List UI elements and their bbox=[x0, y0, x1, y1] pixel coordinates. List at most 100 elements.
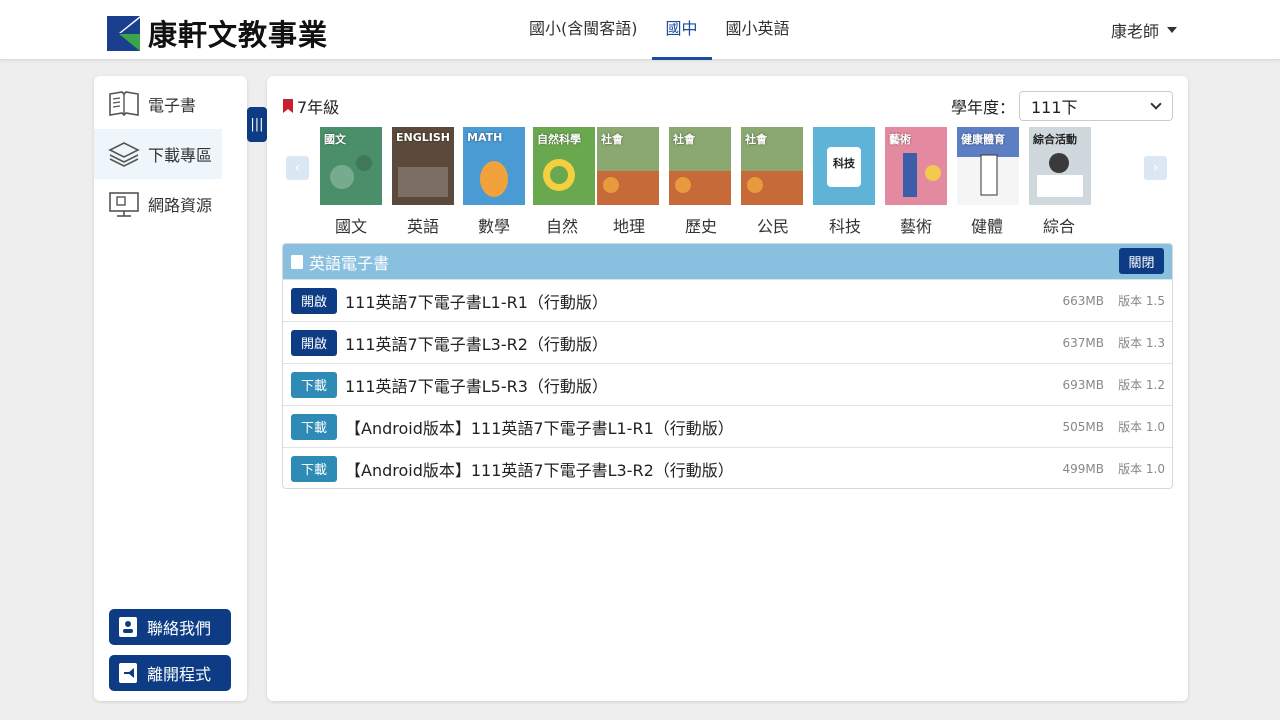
book-cover-chinese[interactable]: 國文 bbox=[320, 127, 382, 205]
subject-label-history[interactable]: 歷史 bbox=[670, 213, 732, 237]
book-cover-technology[interactable]: 科技 bbox=[813, 127, 875, 205]
brand-logo[interactable]: 康軒文教事業 bbox=[107, 12, 328, 54]
cover-title: 社會 bbox=[601, 133, 623, 146]
contact-us-label: 聯絡我們 bbox=[147, 619, 212, 638]
subject-label-geography[interactable]: 地理 bbox=[598, 213, 660, 237]
year-select[interactable]: 111下 bbox=[1019, 91, 1173, 121]
cover-title: 社會 bbox=[745, 133, 767, 146]
book-cover-english[interactable]: ENGLISH bbox=[392, 127, 454, 205]
layers-icon bbox=[108, 142, 140, 167]
book-cover-arts[interactable]: 藝術 bbox=[885, 127, 947, 205]
sidebar-item-label: 電子書 bbox=[148, 96, 197, 115]
user-name: 康老師 bbox=[1110, 22, 1159, 41]
subject-label-arts[interactable]: 藝術 bbox=[885, 213, 947, 237]
file-size: 505MB bbox=[1062, 419, 1105, 434]
book-cover-health-pe[interactable]: 健康體育 bbox=[957, 127, 1019, 205]
cover-title: 自然科學 bbox=[537, 133, 581, 146]
download-button[interactable]: 下載 bbox=[291, 413, 337, 440]
book-cover-civics[interactable]: 社會 bbox=[741, 127, 803, 205]
carousel-next-button[interactable]: › bbox=[1144, 156, 1167, 180]
top-nav: 國小(含閩客語) 國中 國小英語 bbox=[515, 0, 804, 60]
cover-title: ENGLISH bbox=[396, 131, 450, 144]
ebook-title: 111英語7下電子書L1-R1（行動版） bbox=[345, 292, 608, 312]
table-row: 開啟 111英語7下電子書L3-R2（行動版） 637MB 版本 1.3 bbox=[283, 321, 1172, 363]
contact-us-button[interactable]: 聯絡我們 bbox=[109, 609, 231, 645]
panel-header: 英語電子書 關閉 bbox=[283, 244, 1172, 279]
logo-mark-icon bbox=[107, 15, 140, 51]
file-size: 693MB bbox=[1062, 377, 1105, 392]
bookmark-icon bbox=[283, 99, 293, 113]
grade-label: 7年級 bbox=[297, 98, 340, 117]
subject-label-english[interactable]: 英語 bbox=[392, 213, 454, 237]
grade-heading: 7年級 bbox=[283, 94, 339, 118]
cover-title: 藝術 bbox=[889, 133, 911, 146]
exit-app-label: 離開程式 bbox=[147, 665, 212, 684]
cover-title: 國文 bbox=[324, 133, 346, 146]
ebook-title: 【Android版本】111英語7下電子書L1-R1（行動版） bbox=[345, 418, 734, 438]
subject-label-science[interactable]: 自然 bbox=[531, 213, 593, 237]
year-label: 學年度： bbox=[951, 98, 1016, 117]
open-button[interactable]: 開啟 bbox=[291, 287, 337, 314]
subject-label-civics[interactable]: 公民 bbox=[742, 213, 804, 237]
panel-title: 英語電子書 bbox=[309, 253, 390, 273]
sidebar-item-download[interactable]: 下載專區 bbox=[94, 129, 222, 179]
download-button[interactable]: 下載 bbox=[291, 455, 337, 482]
document-icon bbox=[291, 254, 303, 269]
nav-tab-elementary[interactable]: 國小(含閩客語) bbox=[515, 0, 652, 60]
exit-app-button[interactable]: 離開程式 bbox=[109, 655, 231, 691]
ebook-title: 【Android版本】111英語7下電子書L3-R2（行動版） bbox=[345, 460, 734, 480]
version-label: 版本 1.3 bbox=[1118, 336, 1165, 350]
table-row: 下載 【Android版本】111英語7下電子書L1-R1（行動版） 505MB… bbox=[283, 405, 1172, 447]
caret-down-icon bbox=[1167, 27, 1177, 33]
cover-title: 社會 bbox=[673, 133, 695, 146]
top-header: 康軒文教事業 國小(含閩客語) 國中 國小英語 康老師 bbox=[0, 0, 1280, 60]
ebook-title: 111英語7下電子書L5-R3（行動版） bbox=[345, 376, 608, 396]
version-label: 版本 1.0 bbox=[1118, 420, 1165, 434]
table-row: 開啟 111英語7下電子書L1-R1（行動版） 663MB 版本 1.5 bbox=[283, 279, 1172, 321]
subject-label-integrative[interactable]: 綜合 bbox=[1028, 213, 1090, 237]
contact-card-icon bbox=[119, 617, 137, 637]
nav-tab-elementary-english[interactable]: 國小英語 bbox=[712, 0, 804, 60]
table-row: 下載 111英語7下電子書L5-R3（行動版） 693MB 版本 1.2 bbox=[283, 363, 1172, 405]
subject-label-chinese[interactable]: 國文 bbox=[320, 213, 382, 237]
monitor-icon bbox=[109, 192, 139, 217]
menu-bars-icon: ||| bbox=[250, 117, 264, 132]
version-label: 版本 1.0 bbox=[1118, 462, 1165, 476]
chevron-right-icon: › bbox=[1152, 160, 1159, 176]
chevron-down-icon bbox=[1150, 98, 1162, 110]
nav-tab-junior-high[interactable]: 國中 bbox=[651, 0, 712, 60]
book-cover-science[interactable]: 自然科學 bbox=[533, 127, 595, 205]
close-panel-button[interactable]: 關閉 bbox=[1119, 248, 1164, 274]
sidebar-item-label: 下載專區 bbox=[148, 146, 213, 165]
subject-label-math[interactable]: 數學 bbox=[463, 213, 525, 237]
download-button[interactable]: 下載 bbox=[291, 371, 337, 398]
main-content: 7年級 學年度： 111下 ‹ › 國文 ENGLISH MATH 自然科學 社… bbox=[267, 76, 1188, 701]
file-size: 499MB bbox=[1062, 461, 1105, 476]
ebook-title: 111英語7下電子書L3-R2（行動版） bbox=[345, 334, 608, 354]
user-menu[interactable]: 康老師 bbox=[1111, 18, 1177, 42]
carousel-prev-button[interactable]: ‹ bbox=[286, 156, 309, 180]
table-row: 下載 【Android版本】111英語7下電子書L3-R2（行動版） 499MB… bbox=[283, 447, 1172, 488]
sidebar-toggle-button[interactable]: ||| bbox=[247, 107, 267, 142]
book-cover-integrative[interactable]: 綜合活動 bbox=[1029, 127, 1091, 205]
book-cover-history[interactable]: 社會 bbox=[669, 127, 731, 205]
year-select-value: 111下 bbox=[1031, 98, 1078, 117]
file-size: 663MB bbox=[1062, 293, 1105, 308]
exit-door-icon bbox=[119, 663, 137, 683]
sidebar-item-ebook[interactable]: 電子書 bbox=[94, 79, 247, 129]
chevron-left-icon: ‹ bbox=[294, 160, 301, 176]
book-cover-geography[interactable]: 社會 bbox=[597, 127, 659, 205]
subject-label-health-pe[interactable]: 健體 bbox=[956, 213, 1018, 237]
open-button[interactable]: 開啟 bbox=[291, 329, 337, 356]
logo-text: 康軒文教事業 bbox=[148, 18, 329, 52]
cover-title: 科技 bbox=[833, 157, 855, 170]
sidebar-item-label: 網路資源 bbox=[148, 196, 213, 215]
file-size: 637MB bbox=[1062, 335, 1105, 350]
cover-title: 健康體育 bbox=[961, 133, 1005, 146]
book-cover-math[interactable]: MATH bbox=[463, 127, 525, 205]
cover-title: 綜合活動 bbox=[1033, 133, 1077, 146]
sidebar: 電子書 下載專區 網路資源 聯絡我們 離開程式 bbox=[94, 76, 247, 701]
subject-label-technology[interactable]: 科技 bbox=[814, 213, 876, 237]
book-open-icon bbox=[109, 91, 139, 117]
sidebar-item-web-resources[interactable]: 網路資源 bbox=[94, 179, 247, 229]
